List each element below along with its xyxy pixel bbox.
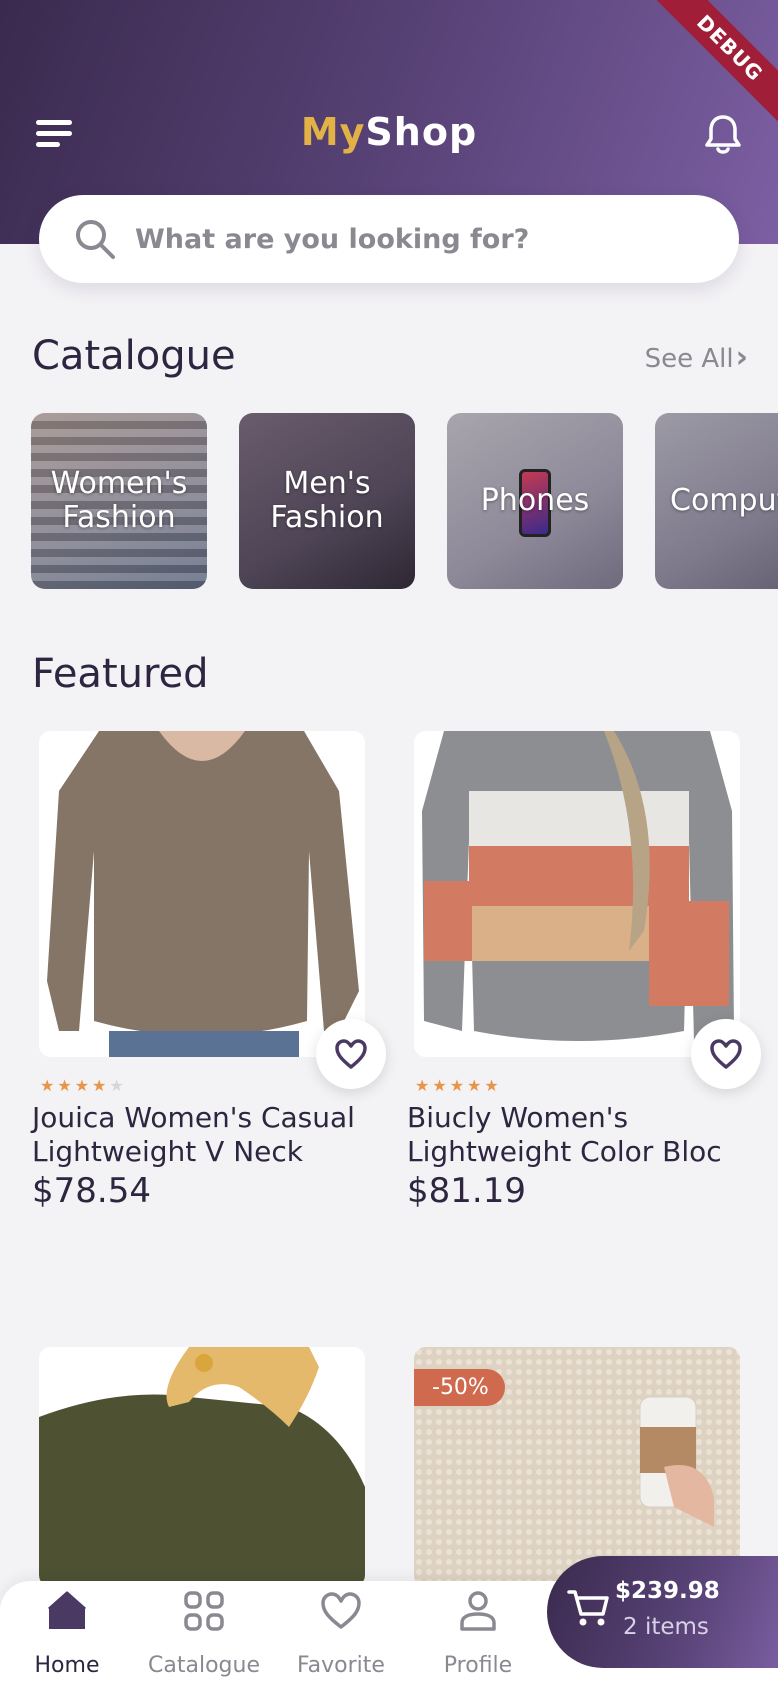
nav-label: Favorite	[297, 1653, 385, 1678]
catalogue-title: Catalogue	[32, 333, 236, 379]
nav-favorite[interactable]: Favorite	[276, 1581, 406, 1687]
nav-label: Catalogue	[148, 1653, 260, 1678]
see-all-label: See All	[644, 344, 734, 374]
grid-icon	[184, 1591, 224, 1631]
category-card-phones[interactable]: Phones	[447, 413, 623, 589]
favorite-button[interactable]	[316, 1019, 386, 1089]
product-image[interactable]	[414, 731, 740, 1057]
product-image[interactable]: -50%	[414, 1347, 740, 1587]
category-label: Phones	[480, 483, 590, 518]
category-label: Computers	[670, 483, 778, 518]
heart-icon	[335, 1039, 367, 1069]
product-image[interactable]	[39, 1347, 365, 1587]
category-label: Women's Fashion	[50, 466, 188, 535]
product-price: $78.54	[32, 1171, 151, 1211]
favorite-button[interactable]	[691, 1019, 761, 1089]
sweater-image	[39, 731, 365, 1057]
person-icon	[460, 1591, 496, 1631]
chevron-right-icon: ›	[735, 340, 748, 375]
home-icon	[48, 1591, 86, 1629]
category-card-womens-fashion[interactable]: Women's Fashion	[31, 413, 207, 589]
product-image[interactable]	[39, 731, 365, 1057]
discount-badge: -50%	[414, 1369, 505, 1406]
brand-logo: MyShop	[0, 110, 778, 154]
nav-label: Home	[34, 1653, 100, 1678]
nav-label: Profile	[443, 1653, 513, 1678]
heart-icon	[710, 1039, 742, 1069]
category-label: Men's Fashion	[270, 466, 384, 535]
cart-button[interactable]: $239.98 2 items	[547, 1556, 778, 1668]
product-card[interactable]: ★★★★★ Jouica Women's Casual Lightweight …	[32, 731, 390, 1231]
category-card-mens-fashion[interactable]: Men's Fashion	[239, 413, 415, 589]
product-card[interactable]	[32, 1347, 390, 1587]
brand-my: My	[300, 110, 366, 154]
rating-stars: ★★★★★	[415, 1076, 502, 1095]
product-price: $81.19	[407, 1171, 526, 1211]
cart-total: $239.98	[615, 1578, 720, 1604]
cart-item-count: 2 items	[623, 1614, 709, 1640]
catalogue-carousel[interactable]: Women's Fashion Men's Fashion Phones Com…	[31, 413, 778, 590]
search-bar[interactable]	[39, 195, 739, 283]
search-icon	[76, 220, 115, 259]
cart-icon	[567, 1590, 609, 1626]
sweater-image	[414, 731, 740, 1057]
brand-shop: Shop	[365, 110, 478, 154]
rating-stars: ★★★★★	[40, 1076, 127, 1095]
heart-icon	[321, 1592, 361, 1629]
product-card[interactable]: ★★★★★ Biucly Women's Lightweight Color B…	[407, 731, 765, 1231]
featured-title: Featured	[32, 651, 209, 697]
sweater-image	[39, 1347, 365, 1587]
nav-catalogue[interactable]: Catalogue	[139, 1581, 269, 1687]
nav-profile[interactable]: Profile	[413, 1581, 543, 1687]
nav-home[interactable]: Home	[2, 1581, 132, 1687]
search-input[interactable]	[135, 213, 695, 265]
product-name: Jouica Women's Casual Lightweight V Neck	[32, 1101, 355, 1168]
product-name: Biucly Women's Lightweight Color Bloc	[407, 1101, 722, 1168]
product-card[interactable]: -50%	[407, 1347, 765, 1587]
bell-icon[interactable]	[700, 112, 746, 158]
see-all-link[interactable]: See All›	[645, 340, 748, 375]
category-card-computers[interactable]: Computers	[655, 413, 778, 589]
